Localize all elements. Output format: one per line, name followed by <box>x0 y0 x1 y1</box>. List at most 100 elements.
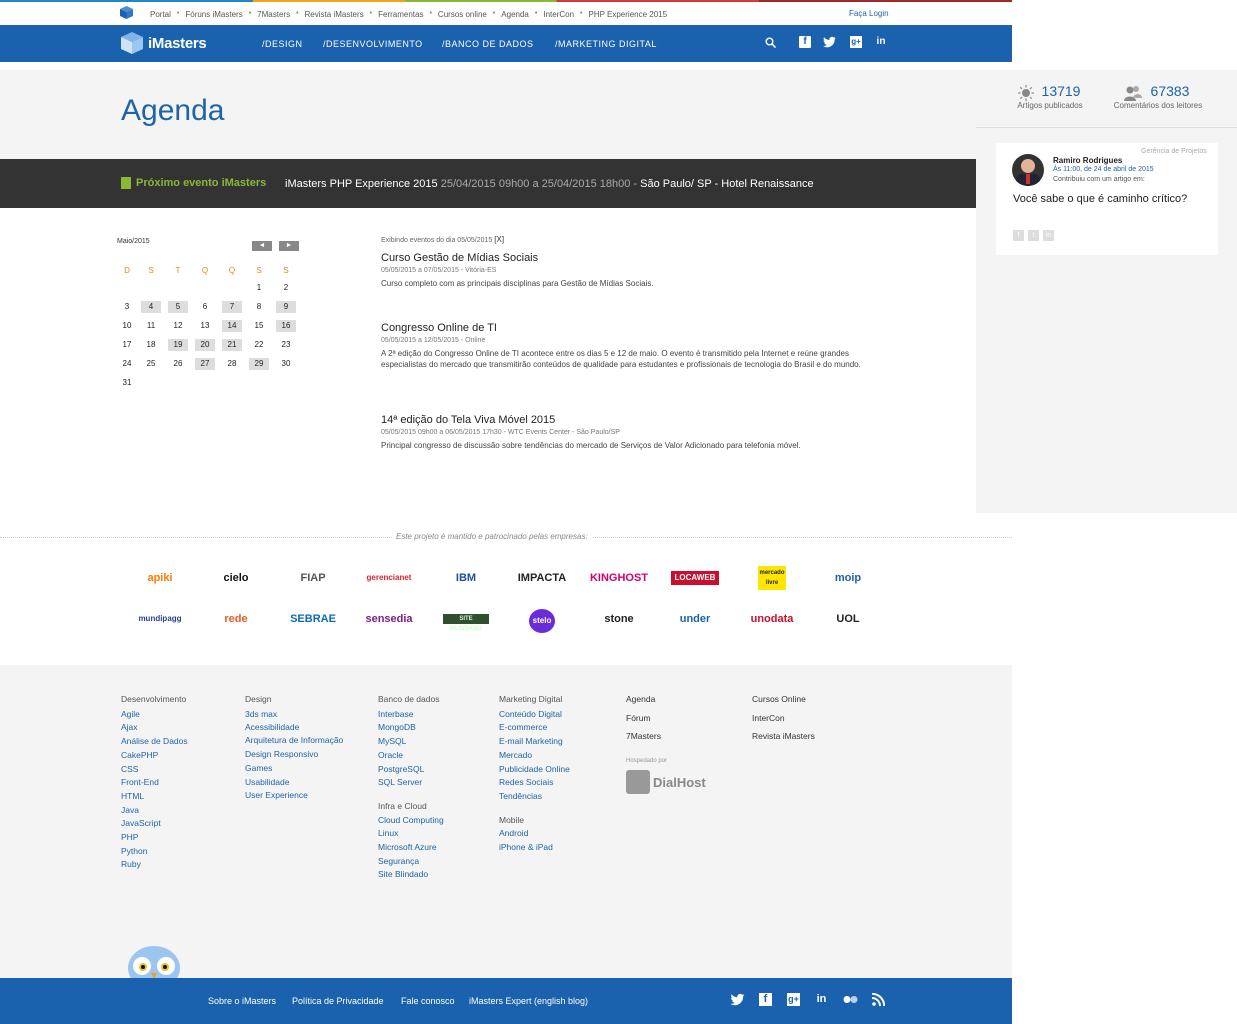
footer-link[interactable]: MongoDB <box>378 721 444 735</box>
sponsor-logo[interactable]: mercado livre <box>758 566 786 590</box>
top-link-portal[interactable]: Portal <box>150 10 171 19</box>
footer-link[interactable]: Ajax <box>121 721 188 735</box>
footer-link[interactable]: SQL Server <box>378 776 444 790</box>
footer-link[interactable]: Fórum <box>626 712 661 726</box>
calendar-day[interactable]: 22 <box>249 339 269 351</box>
footer-link[interactable]: Agenda <box>626 693 661 707</box>
footer-link[interactable]: E-mail Marketing <box>499 735 570 749</box>
footer-link[interactable]: Tendências <box>499 790 570 804</box>
sponsor-logo[interactable]: IMPACTA <box>512 568 572 588</box>
footer-link[interactable]: Agile <box>121 708 188 722</box>
linkedin-icon[interactable]: in <box>815 993 828 1006</box>
footer-link[interactable]: Conteúdo Digital <box>499 708 570 722</box>
facebook-icon[interactable]: f <box>759 993 772 1006</box>
footer-link[interactable]: Usabilidade <box>245 776 345 790</box>
calendar-day[interactable]: 10 <box>117 320 137 332</box>
logo-cube-icon[interactable] <box>121 32 143 54</box>
event-item[interactable]: Congresso Online de TI 05/05/2015 a 12/0… <box>381 322 871 370</box>
calendar-day-with-event[interactable]: 7 <box>222 301 242 313</box>
footer-link[interactable]: PHP <box>121 831 188 845</box>
linkedin-icon[interactable]: in <box>875 36 887 48</box>
sponsor-logo[interactable]: moip <box>818 568 878 588</box>
calendar-day[interactable]: 15 <box>249 320 269 332</box>
calendar-day[interactable]: 18 <box>141 339 161 351</box>
article-category[interactable]: Gerência de Projetos <box>1141 148 1207 155</box>
footer-heading[interactable]: Mobile <box>499 814 570 828</box>
calendar-day-with-event[interactable]: 14 <box>222 320 242 332</box>
sponsor-logo[interactable]: UOL <box>818 609 878 629</box>
footer-link[interactable]: Android <box>499 827 570 841</box>
calendar-day-with-event[interactable]: 19 <box>168 339 188 351</box>
calendar-next-button[interactable]: ► <box>279 241 299 251</box>
calendar-prev-button[interactable]: ◄ <box>252 241 272 251</box>
footer-link[interactable]: Arquitetura de Informação <box>245 735 345 745</box>
sponsor-logo[interactable]: cielo <box>206 568 266 588</box>
sponsor-logo[interactable]: gerencianet <box>359 568 419 588</box>
imasters-cube-icon[interactable] <box>120 6 133 19</box>
calendar-day-with-event[interactable]: 27 <box>195 358 215 370</box>
footer-link[interactable]: Revista iMasters <box>752 730 815 744</box>
calendar-day[interactable]: 26 <box>168 358 188 370</box>
footer-link[interactable]: iPhone & iPad <box>499 841 570 855</box>
top-link-agenda[interactable]: Agenda <box>501 10 529 19</box>
calendar-day-with-event[interactable]: 20 <box>195 339 215 351</box>
footer-link[interactable]: Microsoft Azure <box>378 841 444 855</box>
calendar-day-with-event[interactable]: 21 <box>222 339 242 351</box>
sponsor-logo[interactable]: apiki <box>130 568 190 588</box>
hosting-badge[interactable]: Hospedado por DialHost <box>626 758 706 798</box>
event-item[interactable]: 14ª edição do Tela Viva Móvel 2015 05/05… <box>381 414 871 451</box>
googleplus-icon[interactable]: g+ <box>787 993 800 1006</box>
footer-link[interactable]: Análise de Dados <box>121 735 188 749</box>
next-event-info[interactable]: iMasters PHP Experience 2015 25/04/2015 … <box>285 178 814 190</box>
footer-heading[interactable]: Design <box>245 693 345 707</box>
footer-link[interactable]: PostgreSQL <box>378 763 444 777</box>
calendar-day-with-event[interactable]: 16 <box>276 320 296 332</box>
next-event-name[interactable]: iMasters PHP Experience 2015 <box>285 178 438 190</box>
nav-design[interactable]: /DESIGN <box>262 39 303 49</box>
footer-link[interactable]: InterCon <box>752 712 815 726</box>
googleplus-icon[interactable]: g+ <box>850 36 862 48</box>
calendar-day[interactable]: 25 <box>141 358 161 370</box>
calendar-day-with-event[interactable]: 29 <box>249 358 269 370</box>
search-icon[interactable] <box>765 37 776 48</box>
top-link-ferramentas[interactable]: Ferramentas <box>378 10 423 19</box>
calendar-day[interactable]: 8 <box>249 301 269 313</box>
calendar-day[interactable]: 30 <box>276 358 296 370</box>
footer-link[interactable]: HTML <box>121 790 188 804</box>
sponsor-logo[interactable]: mundipagg <box>130 609 190 629</box>
calendar-day[interactable]: 6 <box>195 301 215 313</box>
featured-article-card[interactable]: Gerência de Projetos Ramiro Rodrigues Às… <box>996 143 1218 255</box>
footer-link[interactable]: Redes Sociais <box>499 776 570 790</box>
twitter-icon[interactable] <box>823 36 836 48</box>
calendar-day-with-event[interactable]: 9 <box>276 301 296 313</box>
sponsor-logo[interactable]: rede <box>206 609 266 629</box>
event-title[interactable]: 14ª edição do Tela Viva Móvel 2015 <box>381 414 871 426</box>
calendar-day[interactable]: 23 <box>276 339 296 351</box>
sponsor-logo[interactable]: stone <box>589 609 649 629</box>
logo-text[interactable]: iMasters <box>148 35 207 52</box>
event-title[interactable]: Curso Gestão de Mídias Sociais <box>381 252 871 264</box>
calendar-day[interactable]: 11 <box>141 320 161 332</box>
footer-heading[interactable]: Desenvolvimento <box>121 693 188 707</box>
footer-link[interactable]: Interbase <box>378 708 444 722</box>
article-title[interactable]: Você sabe o que é caminho crítico? <box>1013 192 1203 206</box>
calendar-day-with-event[interactable]: 5 <box>168 301 188 313</box>
top-link-revista[interactable]: Revista iMasters <box>305 10 364 19</box>
calendar-day[interactable]: 2 <box>276 282 296 294</box>
footer-link[interactable]: Acessibilidade <box>245 721 345 735</box>
footer-link[interactable]: User Experience <box>245 789 345 803</box>
footer-link[interactable]: Cursos Online <box>752 693 815 707</box>
sponsor-logo[interactable]: KINGHOST <box>589 568 649 588</box>
bottom-link-privacidade[interactable]: Política de Privacidade <box>292 996 384 1006</box>
calendar-day[interactable]: 1 <box>249 282 269 294</box>
share-twitter-icon[interactable]: t <box>1028 230 1039 241</box>
bottom-link-sobre[interactable]: Sobre o iMasters <box>208 996 276 1006</box>
calendar-day[interactable]: 31 <box>117 377 137 389</box>
sponsor-logo[interactable]: sensedia <box>359 609 419 629</box>
footer-link[interactable]: Python <box>121 845 188 859</box>
footer-link[interactable]: Segurança <box>378 855 444 869</box>
top-link-7masters[interactable]: 7Masters <box>257 10 290 19</box>
event-item[interactable]: Curso Gestão de Mídias Sociais 05/05/201… <box>381 252 871 289</box>
calendar-day[interactable]: 17 <box>117 339 137 351</box>
footer-link[interactable]: 7Masters <box>626 730 661 744</box>
